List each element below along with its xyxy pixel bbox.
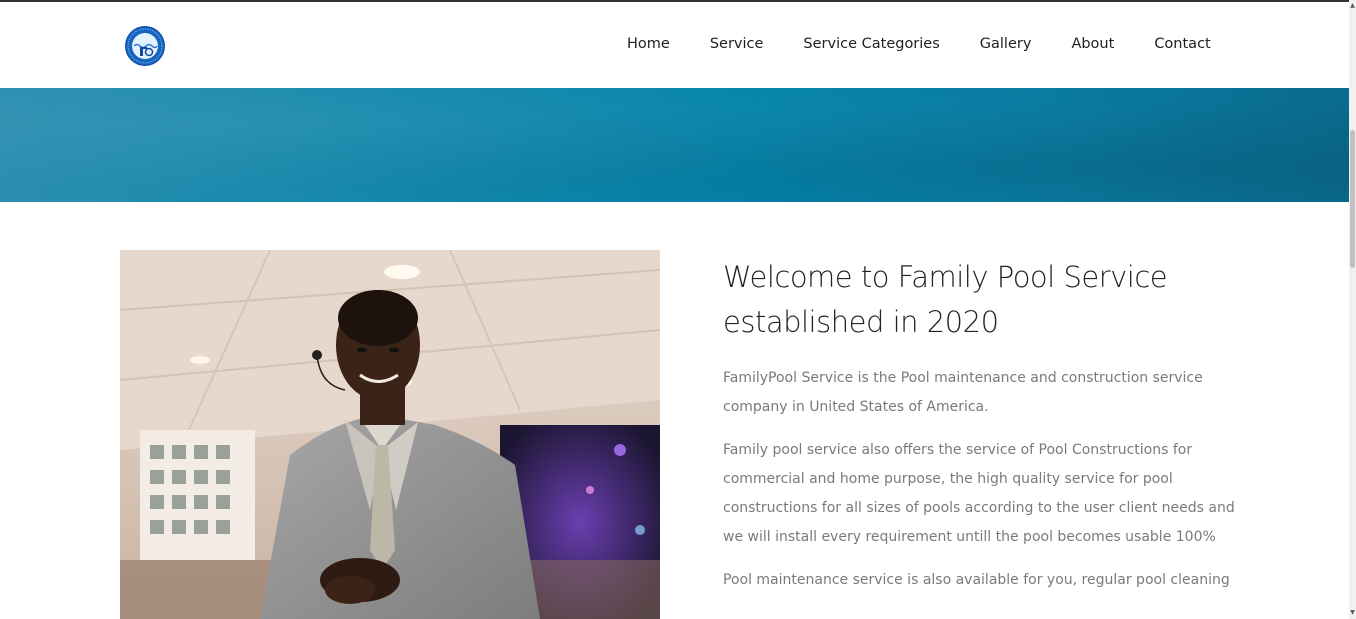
man-in-suit-image — [120, 250, 660, 619]
intro-paragraph: FamilyPool Service is the Pool maintenan… — [723, 370, 1203, 415]
nav-home[interactable]: Home — [627, 34, 670, 54]
scrollbar-thumb[interactable] — [1350, 130, 1355, 268]
nav-service-categories[interactable]: Service Categories — [803, 34, 939, 54]
scroll-up-icon[interactable]: ▲ — [1349, 2, 1356, 10]
intro-paragraph: Family pool service also offers the serv… — [723, 442, 1235, 545]
nav-service[interactable]: Service — [710, 34, 764, 54]
nav-gallery[interactable]: Gallery — [980, 34, 1032, 54]
intro-heading: Welcome to Family Pool Service establish… — [723, 260, 1168, 339]
nav-contact[interactable]: Contact — [1154, 34, 1210, 54]
intro-paragraph: Pool maintenance service is also availab… — [723, 572, 1230, 588]
nav-about[interactable]: About — [1071, 34, 1114, 54]
main-nav: Home Service Service Categories Gallery … — [627, 34, 1211, 54]
hero-banner — [0, 88, 1349, 202]
owner-photo — [120, 250, 660, 619]
scroll-down-icon[interactable]: ▼ — [1349, 609, 1356, 617]
page-scrollbar[interactable]: ▲ ▼ — [1349, 0, 1356, 619]
intro-section: Welcome to Family Pool Service establish… — [723, 255, 1243, 595]
company-logo[interactable] — [125, 26, 165, 66]
pool-logo-icon — [126, 27, 164, 65]
site-header: Home Service Service Categories Gallery … — [0, 2, 1349, 88]
